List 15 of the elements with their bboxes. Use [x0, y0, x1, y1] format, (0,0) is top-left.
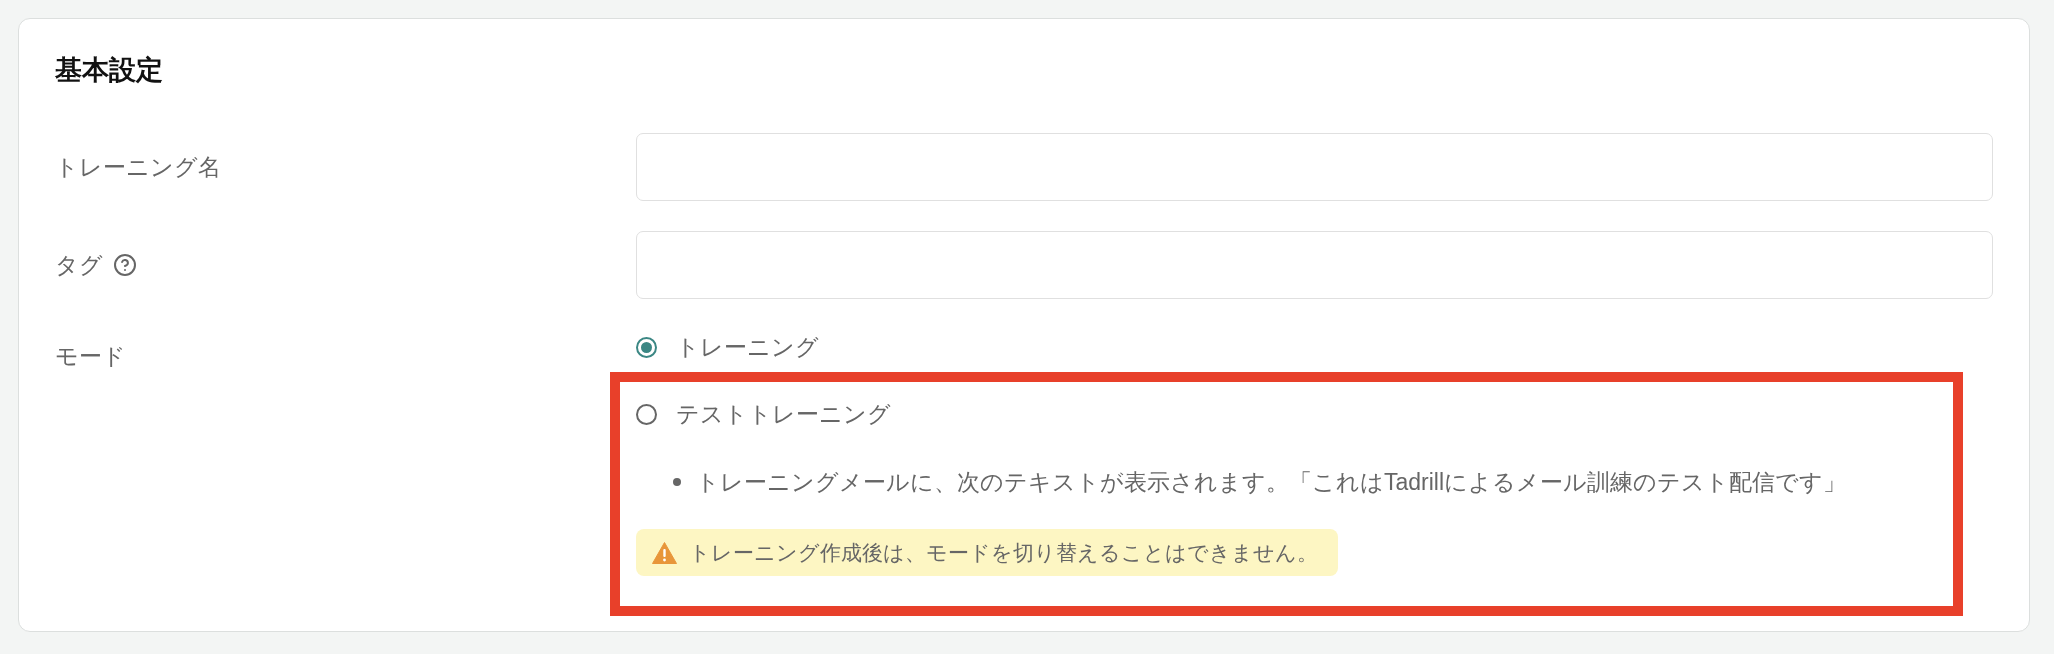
radio-option[interactable]: トレーニング [636, 329, 819, 365]
bullet-icon [673, 478, 681, 486]
warning-icon [652, 541, 677, 564]
field-label: タグ [55, 251, 103, 280]
radio-selected-icon[interactable] [636, 336, 657, 358]
text-input[interactable] [636, 231, 1993, 299]
section-title: 基本設定 [55, 54, 164, 87]
text-input[interactable] [636, 133, 1993, 201]
radio-option[interactable]: テストトレーニング [636, 396, 891, 432]
radio-empty-icon[interactable] [636, 403, 657, 425]
warning-text: トレーニング作成後は、モードを切り替えることはできません。 [689, 539, 1318, 566]
field-label: モード [55, 342, 126, 371]
note-text: トレーニングメールに、次のテキストが表示されます。「これはTadrillによるメール訓練のテスト配信です」 [696, 468, 1847, 497]
help-icon[interactable] [113, 253, 137, 277]
field-label: トレーニング名 [55, 153, 221, 182]
